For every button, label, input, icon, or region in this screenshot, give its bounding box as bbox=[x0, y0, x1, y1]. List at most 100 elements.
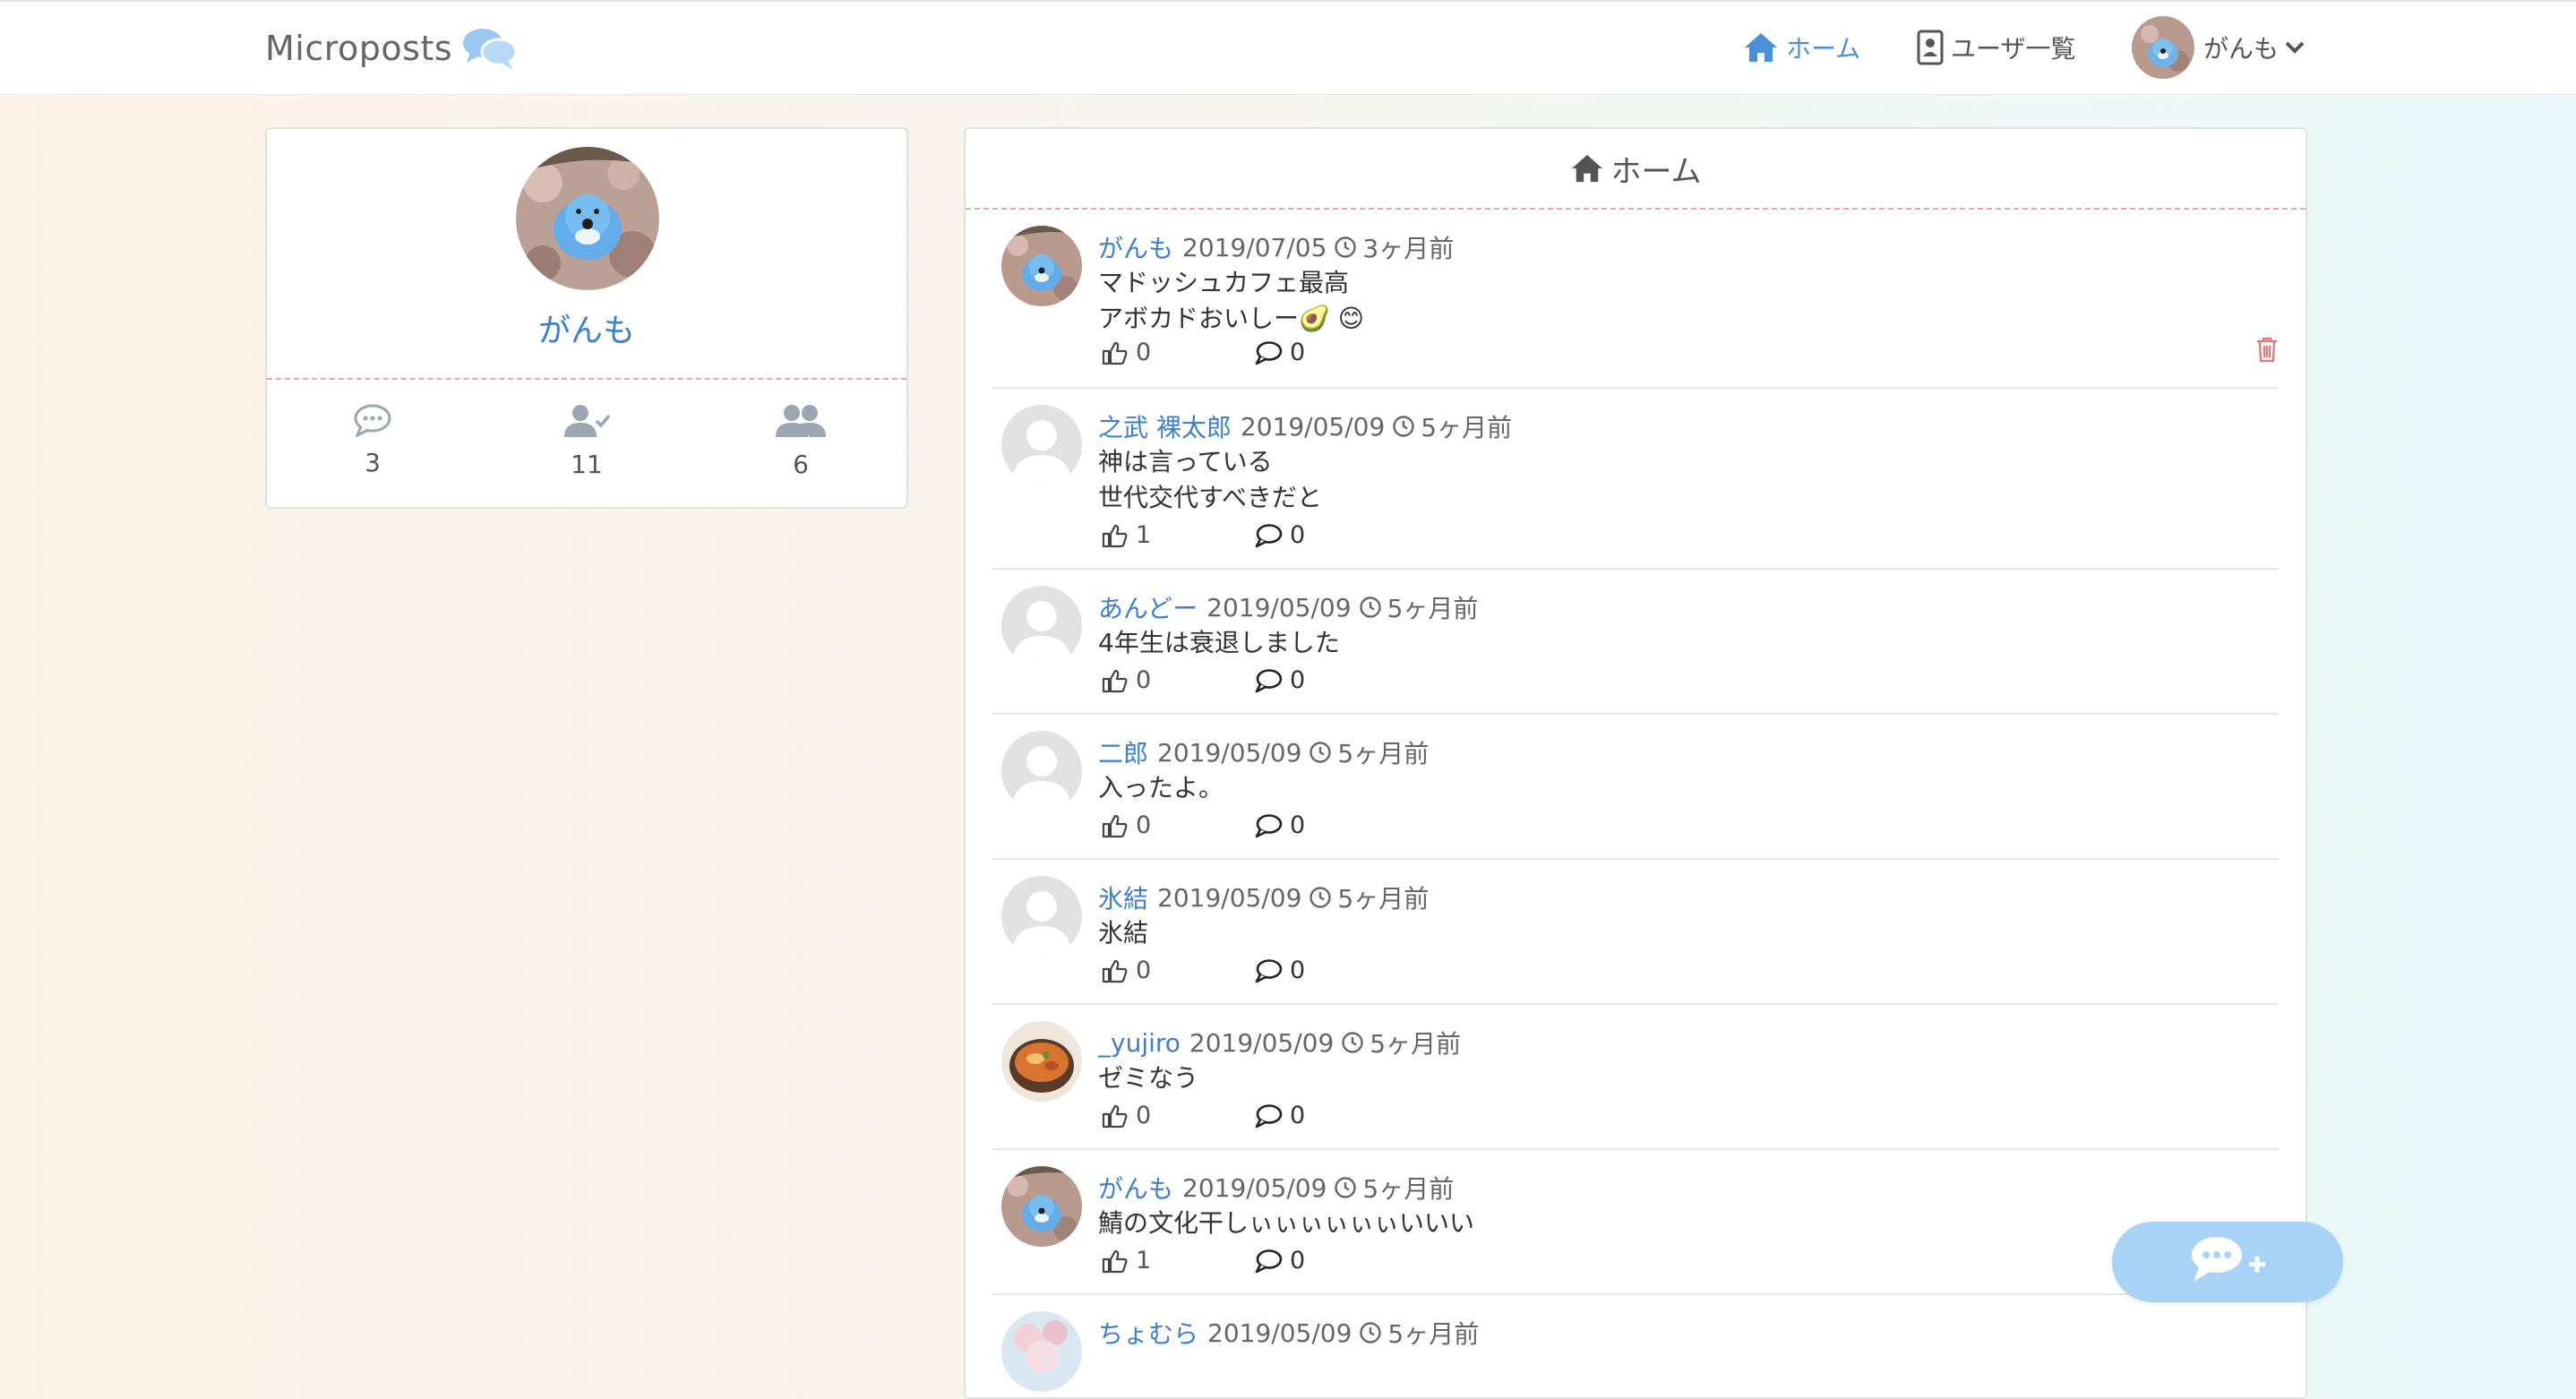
post-avatar[interactable] bbox=[1001, 876, 1082, 957]
reply-count: 0 bbox=[1290, 666, 1306, 694]
delete-post-button[interactable] bbox=[2255, 336, 2279, 369]
top-navbar: Microposts ホーム ユーザ一覧 がんも bbox=[0, 0, 2576, 95]
clock-icon bbox=[1341, 1031, 1364, 1054]
post-body: 入ったよ。 bbox=[1098, 773, 1224, 802]
thumbs-up-icon bbox=[1102, 1249, 1129, 1274]
post-meta: 之武 裸太郎 2019/05/09 5ヶ月前 bbox=[1098, 408, 1512, 444]
profile-avatar[interactable] bbox=[516, 147, 659, 290]
like-button[interactable]: 0 bbox=[1102, 957, 1254, 984]
reply-button[interactable]: 0 bbox=[1254, 811, 1305, 839]
post-actions: 10 bbox=[1102, 521, 2279, 549]
post-meta: がんも 2019/05/09 5ヶ月前 bbox=[1098, 1170, 1454, 1206]
stat-followings-count: 11 bbox=[571, 450, 603, 479]
post-user-link[interactable]: 二郎 bbox=[1098, 734, 1148, 770]
clock-icon bbox=[1392, 415, 1415, 438]
thumbs-up-icon bbox=[1102, 340, 1129, 365]
reply-button[interactable]: 0 bbox=[1254, 521, 1305, 549]
feed-title: ホーム bbox=[1610, 153, 1702, 190]
reply-button[interactable]: 0 bbox=[1254, 957, 1305, 984]
reply-count: 0 bbox=[1290, 957, 1306, 984]
post-meta: _yujiro 2019/05/09 5ヶ月前 bbox=[1098, 1025, 1461, 1060]
nav-users-label: ユーザ一覧 bbox=[1951, 34, 2076, 64]
post-item: 之武 裸太郎 2019/05/09 5ヶ月前 神は言っている 世代交代すべきだと 1 0 bbox=[992, 389, 2279, 570]
trash-icon bbox=[2255, 337, 2279, 369]
user-menu-dropdown[interactable]: がんも bbox=[2132, 16, 2306, 79]
post-body: 神は言っている 世代交代すべきだと bbox=[1098, 447, 1323, 512]
post-user-link[interactable]: _yujiro bbox=[1098, 1028, 1181, 1058]
comment-icon bbox=[1254, 523, 1283, 548]
post-meta: がんも 2019/07/05 3ヶ月前 bbox=[1098, 229, 1454, 265]
stat-followings[interactable]: 11 bbox=[533, 403, 640, 479]
post-date: 2019/07/05 bbox=[1182, 232, 1327, 262]
post-user-link[interactable]: あんどー bbox=[1098, 589, 1198, 625]
post-relative-time: 5ヶ月前 bbox=[1392, 408, 1512, 444]
post-date: 2019/05/09 bbox=[1240, 411, 1386, 442]
post-item: _yujiro 2019/05/09 5ヶ月前 ゼミなう 0 0 bbox=[992, 1005, 2279, 1150]
nav-home-label: ホーム bbox=[1786, 34, 1861, 64]
stat-followers[interactable]: 6 bbox=[747, 403, 854, 479]
post-actions: 00 bbox=[1102, 666, 2279, 694]
profile-divider bbox=[267, 378, 906, 380]
reply-button[interactable]: 0 bbox=[1254, 666, 1305, 694]
nav-home-link[interactable]: ホーム bbox=[1743, 25, 1860, 70]
thumbs-up-icon bbox=[1102, 813, 1129, 838]
like-button[interactable]: 1 bbox=[1102, 1247, 1254, 1275]
post-user-link[interactable]: がんも bbox=[1098, 229, 1173, 265]
chevron-down-icon bbox=[2284, 33, 2306, 63]
post-relative-time: 5ヶ月前 bbox=[1359, 1315, 1479, 1351]
post-ago-text: 5ヶ月前 bbox=[1370, 1029, 1462, 1059]
like-button[interactable]: 0 bbox=[1102, 1102, 1254, 1129]
reply-count: 0 bbox=[1290, 1102, 1306, 1129]
post-avatar[interactable] bbox=[1001, 1021, 1082, 1102]
stat-followers-count: 6 bbox=[793, 450, 809, 479]
post-avatar[interactable] bbox=[1001, 1166, 1082, 1247]
post-meta: 二郎 2019/05/09 5ヶ月前 bbox=[1098, 734, 1429, 770]
post-avatar[interactable] bbox=[1001, 405, 1082, 485]
reply-button[interactable]: 0 bbox=[1254, 1247, 1305, 1275]
current-user-name: がんも bbox=[2203, 34, 2280, 64]
post-ago-text: 5ヶ月前 bbox=[1387, 1319, 1480, 1349]
comments-icon bbox=[461, 25, 519, 72]
profile-name[interactable]: がんも bbox=[267, 305, 906, 351]
post-actions: 00 bbox=[1102, 811, 2279, 839]
post-user-link[interactable]: ちょむら bbox=[1098, 1315, 1198, 1351]
reply-button[interactable]: 0 bbox=[1254, 339, 1305, 366]
post-body: 氷結 bbox=[1098, 918, 1149, 948]
stat-posts-count: 3 bbox=[365, 448, 381, 477]
reply-button[interactable]: 0 bbox=[1254, 1102, 1305, 1129]
post-relative-time: 5ヶ月前 bbox=[1309, 880, 1429, 915]
nav-users-link[interactable]: ユーザ一覧 bbox=[1917, 25, 2075, 70]
post-user-link[interactable]: 氷結 bbox=[1098, 880, 1148, 915]
post-actions: 00 bbox=[1102, 957, 2279, 984]
reply-count: 0 bbox=[1290, 521, 1306, 549]
post-avatar[interactable] bbox=[1001, 1311, 1082, 1392]
reply-count: 0 bbox=[1290, 811, 1306, 839]
like-count: 0 bbox=[1136, 666, 1152, 694]
thumbs-up-icon bbox=[1102, 958, 1129, 983]
like-button[interactable]: 0 bbox=[1102, 666, 1254, 694]
post-item: 二郎 2019/05/09 5ヶ月前 入ったよ。 0 0 bbox=[992, 715, 2279, 860]
comment-icon bbox=[1254, 1249, 1283, 1274]
post-avatar[interactable] bbox=[1001, 586, 1082, 666]
like-button[interactable]: 0 bbox=[1102, 339, 1254, 366]
post-avatar[interactable] bbox=[1001, 226, 1082, 306]
thumbs-up-icon bbox=[1102, 668, 1129, 693]
like-button[interactable]: 0 bbox=[1102, 811, 1254, 839]
post-relative-time: 3ヶ月前 bbox=[1334, 229, 1454, 265]
brand-link[interactable]: Microposts bbox=[265, 23, 519, 73]
post-date: 2019/05/09 bbox=[1206, 592, 1352, 622]
stat-posts[interactable]: 3 bbox=[319, 403, 426, 477]
post-user-link[interactable]: がんも bbox=[1098, 1170, 1173, 1206]
post-user-link[interactable]: 之武 裸太郎 bbox=[1098, 408, 1232, 444]
post-item: ちょむら 2019/05/09 5ヶ月前 bbox=[992, 1295, 2279, 1397]
post-avatar[interactable] bbox=[1001, 731, 1082, 811]
feed-card: ホーム がんも 2019/07/05 3ヶ月前 マドッシュカフェ最高 アボカドおいしー… bbox=[964, 127, 2307, 1399]
comment-icon bbox=[1254, 813, 1283, 838]
comment-icon bbox=[1254, 340, 1283, 365]
users-icon bbox=[747, 403, 854, 442]
comment-icon bbox=[319, 403, 426, 441]
new-post-button[interactable] bbox=[2112, 1222, 2343, 1302]
like-button[interactable]: 1 bbox=[1102, 521, 1254, 549]
post-actions: 00 bbox=[1102, 1102, 2279, 1129]
post-meta: ちょむら 2019/05/09 5ヶ月前 bbox=[1098, 1315, 1479, 1351]
